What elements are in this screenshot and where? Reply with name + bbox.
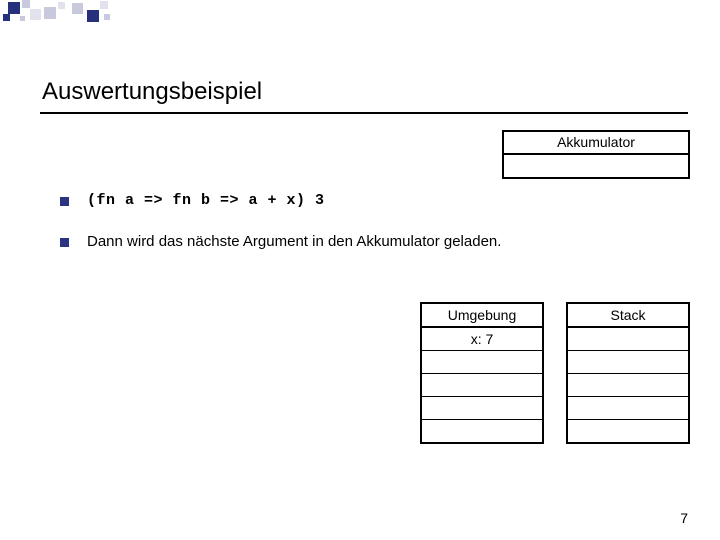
- stack-table: Stack: [566, 302, 690, 444]
- accumulator-value: [504, 155, 688, 177]
- environment-label: Umgebung: [422, 304, 542, 328]
- table-row: [568, 397, 688, 420]
- stack-label: Stack: [568, 304, 688, 328]
- list-item: (fn a => fn b => a + x) 3: [60, 192, 690, 209]
- table-row: [422, 351, 542, 374]
- page-number: 7: [680, 510, 688, 526]
- environment-table: Umgebung x: 7: [420, 302, 544, 444]
- slide-header: Auswertungsbeispiel: [42, 78, 692, 114]
- title-underline: [40, 112, 688, 114]
- table-row: [422, 420, 542, 442]
- bullet-icon: [60, 238, 69, 247]
- table-row: [568, 420, 688, 442]
- bullet-list: (fn a => fn b => a + x) 3 Dann wird das …: [60, 192, 690, 274]
- description-text: Dann wird das nächste Argument in den Ak…: [87, 233, 501, 250]
- accumulator-label: Akkumulator: [504, 132, 688, 155]
- table-row: x: 7: [422, 328, 542, 351]
- slide-decoration: [0, 0, 220, 32]
- table-row: [568, 374, 688, 397]
- table-row: [422, 397, 542, 420]
- list-item: Dann wird das nächste Argument in den Ak…: [60, 233, 690, 250]
- slide-title: Auswertungsbeispiel: [42, 78, 692, 106]
- code-expression: (fn a => fn b => a + x) 3: [87, 192, 325, 209]
- table-row: [568, 351, 688, 374]
- table-row: [422, 374, 542, 397]
- bullet-icon: [60, 197, 69, 206]
- table-row: [568, 328, 688, 351]
- accumulator-box: Akkumulator: [502, 130, 690, 179]
- tables-area: Umgebung x: 7 Stack: [420, 302, 690, 444]
